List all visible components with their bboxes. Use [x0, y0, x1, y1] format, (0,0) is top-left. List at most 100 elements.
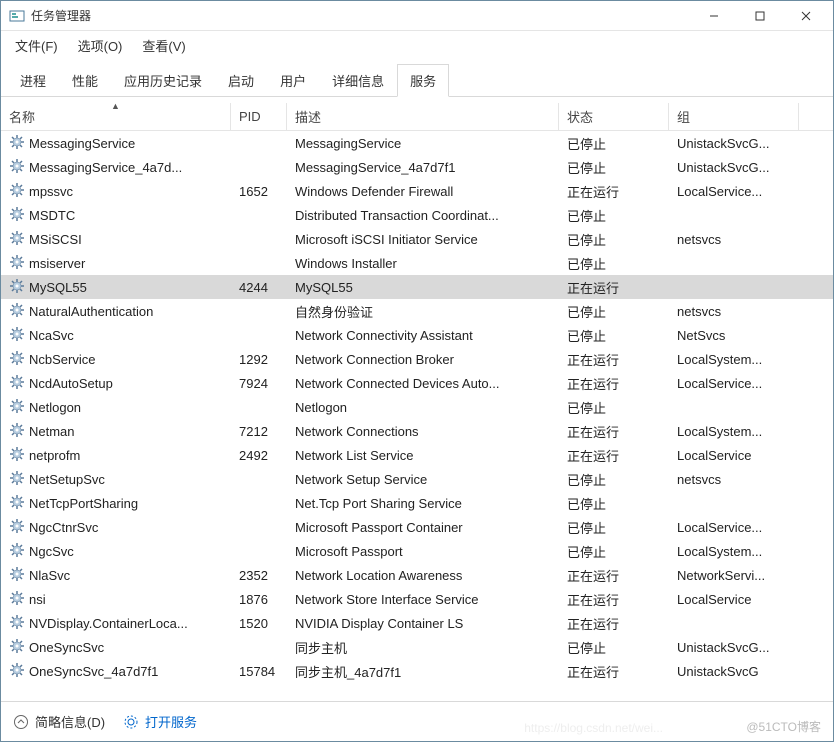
column-name[interactable]: 名称▲	[1, 103, 231, 130]
column-pid[interactable]: PID	[231, 103, 287, 130]
tab-0[interactable]: 进程	[7, 64, 59, 97]
service-group: NetworkServi...	[669, 568, 799, 583]
open-services-link[interactable]: 打开服务	[123, 712, 197, 731]
service-name: NaturalAuthentication	[29, 304, 153, 319]
table-row[interactable]: MessagingService_4a7d...MessagingService…	[1, 155, 833, 179]
service-name: NcbService	[29, 352, 95, 367]
table-row[interactable]: NetTcpPortSharingNet.Tcp Port Sharing Se…	[1, 491, 833, 515]
tab-6[interactable]: 服务	[397, 64, 449, 97]
service-desc: Netlogon	[287, 400, 559, 415]
table-row[interactable]: Netman7212Network Connections正在运行LocalSy…	[1, 419, 833, 443]
tab-5[interactable]: 详细信息	[319, 64, 397, 97]
content: 名称▲ PID 描述 状态 组 MessagingService Messagin…	[1, 103, 833, 701]
service-name: OneSyncSvc_4a7d7f1	[29, 664, 158, 679]
table-row[interactable]: netprofm2492Network List Service正在运行Loca…	[1, 443, 833, 467]
service-status: 正在运行	[559, 446, 669, 465]
table-row[interactable]: NcaSvcNetwork Connectivity Assistant已停止N…	[1, 323, 833, 347]
service-desc: 自然身份验证	[287, 302, 559, 321]
service-group: UnistackSvcG...	[669, 160, 799, 175]
maximize-button[interactable]	[737, 1, 783, 31]
gear-icon	[9, 638, 29, 657]
service-desc: MessagingService_4a7d7f1	[287, 160, 559, 175]
minimize-button[interactable]	[691, 1, 737, 31]
service-pid: 7924	[231, 376, 287, 391]
table-row[interactable]: NVDisplay.ContainerLoca...1520NVIDIA Dis…	[1, 611, 833, 635]
table-row[interactable]: MessagingServiceMessagingService已停止Unist…	[1, 131, 833, 155]
close-button[interactable]	[783, 1, 829, 31]
table-body[interactable]: MessagingServiceMessagingService已停止Unist…	[1, 131, 833, 701]
gear-icon	[9, 590, 29, 609]
table-row[interactable]: nsi1876Network Store Interface Service正在…	[1, 587, 833, 611]
gear-icon	[9, 278, 29, 297]
service-desc: Windows Installer	[287, 256, 559, 271]
service-status: 已停止	[559, 326, 669, 345]
gear-icon	[9, 182, 29, 201]
service-group: LocalService	[669, 592, 799, 607]
tab-4[interactable]: 用户	[267, 64, 319, 97]
gear-icon	[9, 350, 29, 369]
service-group: LocalService...	[669, 184, 799, 199]
table-row[interactable]: NetSetupSvcNetwork Setup Service已停止netsv…	[1, 467, 833, 491]
table-row[interactable]: NcdAutoSetup7924Network Connected Device…	[1, 371, 833, 395]
gear-icon	[9, 470, 29, 489]
service-name: NVDisplay.ContainerLoca...	[29, 616, 188, 631]
service-pid: 4244	[231, 280, 287, 295]
column-status[interactable]: 状态	[559, 103, 669, 130]
gear-icon	[9, 206, 29, 225]
service-status: 正在运行	[559, 182, 669, 201]
table-row[interactable]: NetlogonNetlogon已停止	[1, 395, 833, 419]
menu-options[interactable]: 选项(O)	[72, 34, 129, 57]
table-header: 名称▲ PID 描述 状态 组	[1, 103, 833, 131]
table-row[interactable]: MSiSCSIMicrosoft iSCSI Initiator Service…	[1, 227, 833, 251]
menu-file[interactable]: 文件(F)	[9, 34, 64, 57]
service-pid: 2352	[231, 568, 287, 583]
service-group: LocalService...	[669, 376, 799, 391]
window-controls	[691, 1, 829, 31]
service-group: netsvcs	[669, 232, 799, 247]
table-row[interactable]: MySQL554244MySQL55正在运行	[1, 275, 833, 299]
table-row[interactable]: MSDTCDistributed Transaction Coordinat..…	[1, 203, 833, 227]
table-row[interactable]: NgcSvcMicrosoft Passport已停止LocalSystem..…	[1, 539, 833, 563]
gear-icon	[9, 518, 29, 537]
tab-2[interactable]: 应用历史记录	[111, 64, 215, 97]
table-row[interactable]: NaturalAuthentication自然身份验证已停止netsvcs	[1, 299, 833, 323]
window-title: 任务管理器	[31, 7, 691, 24]
service-name: MySQL55	[29, 280, 87, 295]
column-group[interactable]: 组	[669, 103, 799, 130]
table-row[interactable]: OneSyncSvc同步主机已停止UnistackSvcG...	[1, 635, 833, 659]
gear-icon	[9, 134, 29, 153]
table-row[interactable]: NlaSvc2352Network Location Awareness正在运行…	[1, 563, 833, 587]
watermark: @51CTO博客	[746, 718, 821, 735]
service-desc: 同步主机	[287, 638, 559, 657]
service-name: MSiSCSI	[29, 232, 82, 247]
service-pid: 1652	[231, 184, 287, 199]
service-name: MessagingService	[29, 136, 135, 151]
tab-3[interactable]: 启动	[215, 64, 267, 97]
service-status: 正在运行	[559, 278, 669, 297]
table-row[interactable]: mpssvc1652Windows Defender Firewall正在运行L…	[1, 179, 833, 203]
gear-icon	[9, 566, 29, 585]
table-row[interactable]: NgcCtnrSvcMicrosoft Passport Container已停…	[1, 515, 833, 539]
app-icon	[9, 8, 25, 24]
table-row[interactable]: OneSyncSvc_4a7d7f115784同步主机_4a7d7f1正在运行U…	[1, 659, 833, 683]
tab-1[interactable]: 性能	[59, 64, 111, 97]
service-desc: Network Connected Devices Auto...	[287, 376, 559, 391]
service-pid: 1292	[231, 352, 287, 367]
service-group: LocalSystem...	[669, 352, 799, 367]
service-pid: 15784	[231, 664, 287, 679]
table-row[interactable]: msiserverWindows Installer已停止	[1, 251, 833, 275]
sort-asc-icon: ▲	[111, 103, 120, 111]
gear-icon	[9, 422, 29, 441]
menu-view[interactable]: 查看(V)	[136, 34, 191, 57]
service-status: 已停止	[559, 638, 669, 657]
service-name: NetTcpPortSharing	[29, 496, 138, 511]
service-status: 已停止	[559, 134, 669, 153]
table-row[interactable]: NcbService1292Network Connection Broker正…	[1, 347, 833, 371]
service-desc: Network Connectivity Assistant	[287, 328, 559, 343]
service-name: Netlogon	[29, 400, 81, 415]
column-desc[interactable]: 描述	[287, 103, 559, 130]
service-group: LocalService...	[669, 520, 799, 535]
brief-info-button[interactable]: 简略信息(D)	[13, 712, 105, 731]
titlebar[interactable]: 任务管理器	[1, 1, 833, 31]
service-status: 已停止	[559, 158, 669, 177]
